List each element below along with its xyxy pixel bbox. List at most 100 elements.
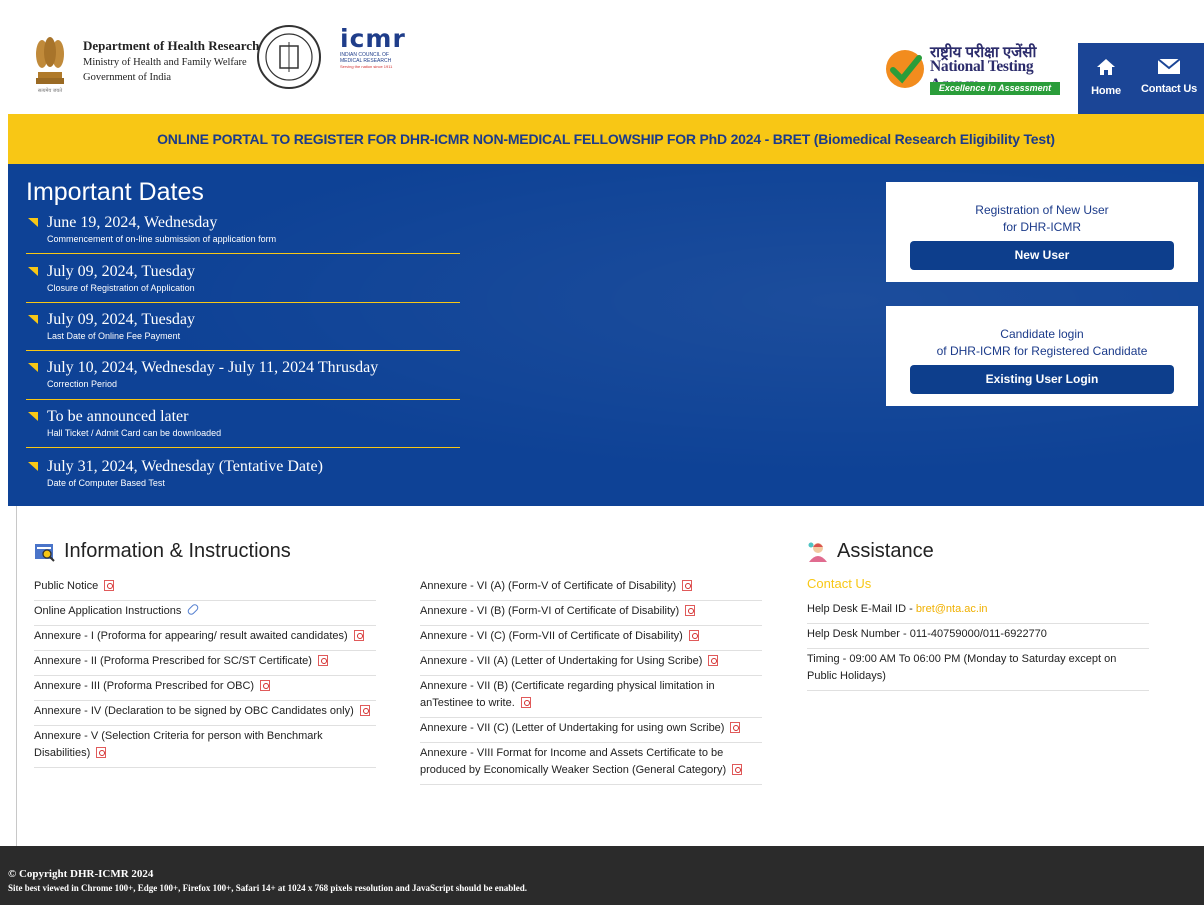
ministry-name: Ministry of Health and Family Welfare — [83, 57, 247, 68]
icmr-logo-text: icmr — [340, 24, 406, 53]
info-section: Information & Instructions Public Notice… — [16, 506, 1204, 846]
email-link[interactable]: bret@nta.ac.in — [916, 603, 988, 615]
list-item[interactable]: Annexure - V (Selection Criteria for per… — [34, 726, 376, 768]
pdf-icon — [317, 655, 328, 666]
nav-home-button[interactable]: Home — [1078, 43, 1134, 114]
list-item[interactable]: Annexure - I (Proforma for appearing/ re… — [34, 626, 376, 651]
doc-link[interactable]: Annexure - III (Proforma Prescribed for … — [34, 680, 254, 692]
icmr-subtitle: INDIAN COUNCIL OF MEDICAL RESEARCH — [340, 52, 392, 64]
browser-note: Site best viewed in Chrome 100+, Edge 10… — [8, 883, 528, 893]
pdf-icon — [520, 697, 531, 708]
mail-icon — [1157, 58, 1181, 74]
contact-us-label: Contact Us — [807, 576, 872, 591]
phone-row: Help Desk Number - 011-40759000/011-6922… — [807, 624, 1149, 649]
date-item: To be announced later Hall Ticket / Admi… — [26, 408, 460, 448]
new-user-card: Registration of New User for DHR-ICMR Ne… — [886, 182, 1198, 282]
doc-link[interactable]: Annexure - VI (B) (Form-VI of Certificat… — [420, 605, 679, 617]
pdf-icon — [359, 705, 370, 716]
pdf-icon — [96, 747, 107, 758]
doc-link[interactable]: Annexure - VI (A) (Form-V of Certificate… — [420, 580, 676, 592]
pdf-icon — [682, 580, 693, 591]
date-desc: Last Date of Online Fee Payment — [47, 331, 181, 341]
pdf-icon — [104, 580, 115, 591]
existing-user-login-button[interactable]: Existing User Login — [910, 365, 1174, 394]
dhr-title: Department of Health Research — [83, 38, 260, 53]
pdf-icon — [353, 630, 364, 641]
pdf-icon — [260, 680, 271, 691]
doc-link[interactable]: Annexure - VIII Format for Income and As… — [420, 747, 726, 776]
list-item[interactable]: Annexure - IV (Declaration to be signed … — [34, 701, 376, 726]
doc-link[interactable]: Online Application Instructions — [34, 605, 181, 617]
nta-logo: राष्ट्रीय परीक्षा एजेंसी National Testin… — [884, 42, 1064, 102]
icmr-logo: icmr INDIAN COUNCIL OF MEDICAL RESEARCH … — [340, 24, 410, 70]
page: सत्यमेव जयते Department of Health Resear… — [0, 0, 1204, 905]
pdf-icon — [732, 764, 743, 775]
timing-row: Timing - 09:00 AM To 06:00 PM (Monday to… — [807, 649, 1149, 691]
list-item[interactable]: Annexure - III (Proforma Prescribed for … — [34, 676, 376, 701]
flag-icon — [28, 412, 38, 421]
nav-contact-button[interactable]: Contact Us — [1134, 43, 1204, 114]
pdf-icon — [730, 722, 741, 733]
date-desc: Commencement of on-line submission of ap… — [47, 234, 277, 244]
date-item: July 31, 2024, Wednesday (Tentative Date… — [26, 458, 460, 498]
date-value: June 19, 2024, Wednesday — [47, 214, 218, 231]
date-desc: Closure of Registration of Application — [47, 283, 195, 293]
search-document-icon — [35, 543, 55, 562]
flag-icon — [28, 218, 38, 227]
date-desc: Hall Ticket / Admit Card can be download… — [47, 428, 222, 438]
dhr-branding: Department of Health Research Ministry o… — [83, 38, 259, 83]
list-item[interactable]: Annexure - VI (A) (Form-V of Certificate… — [420, 576, 762, 601]
new-user-line2: for DHR-ICMR — [1003, 220, 1081, 234]
flag-icon — [28, 363, 38, 372]
list-item[interactable]: Annexure - VII (B) (Certificate regardin… — [420, 676, 762, 718]
list-item[interactable]: Online Application Instructions — [34, 601, 376, 626]
home-icon — [1097, 59, 1115, 75]
date-desc: Date of Computer Based Test — [47, 478, 165, 488]
date-item: July 09, 2024, Tuesday Closure of Regist… — [26, 263, 460, 303]
government-name: Government of India — [83, 72, 172, 83]
assistance-panel: Contact Us Help Desk E-Mail ID - bret@nt… — [807, 576, 1149, 691]
doc-link[interactable]: Annexure - V (Selection Criteria for per… — [34, 730, 323, 759]
list-item[interactable]: Annexure - II (Proforma Prescribed for S… — [34, 651, 376, 676]
support-person-icon — [808, 542, 827, 562]
doc-link[interactable]: Public Notice — [34, 580, 98, 592]
email-row: Help Desk E-Mail ID - bret@nta.ac.in — [807, 599, 1149, 624]
dhr-seal-icon — [257, 25, 321, 89]
date-item: June 19, 2024, Wednesday Commencement of… — [26, 214, 460, 254]
list-item[interactable]: Public Notice — [34, 576, 376, 601]
copyright-text: © Copyright DHR-ICMR 2024 — [8, 868, 154, 880]
flag-icon — [28, 315, 38, 324]
new-user-button[interactable]: New User — [910, 241, 1174, 270]
doc-link[interactable]: Annexure - II (Proforma Prescribed for S… — [34, 655, 312, 667]
list-item[interactable]: Annexure - VI (B) (Form-VI of Certificat… — [420, 601, 762, 626]
list-item[interactable]: Annexure - VI (C) (Form-VII of Certifica… — [420, 626, 762, 651]
site-header: सत्यमेव जयते Department of Health Resear… — [8, 8, 1204, 114]
icmr-tagline: Serving the nation since 1911 — [340, 64, 393, 69]
nav-contact-label: Contact Us — [1140, 83, 1198, 95]
info-title: Information & Instructions — [64, 540, 291, 562]
login-line1: Candidate login — [1000, 327, 1084, 341]
doc-link[interactable]: Annexure - VI (C) (Form-VII of Certifica… — [420, 630, 683, 642]
doc-link[interactable]: Annexure - VII (A) (Letter of Undertakin… — [420, 655, 702, 667]
date-item: July 10, 2024, Wednesday - July 11, 2024… — [26, 359, 460, 400]
info-right-column: Annexure - VI (A) (Form-V of Certificate… — [420, 576, 762, 785]
doc-link[interactable]: Annexure - VII (B) (Certificate regardin… — [420, 680, 715, 709]
info-left-column: Public Notice Online Application Instruc… — [34, 576, 376, 768]
date-item: July 09, 2024, Tuesday Last Date of Onli… — [26, 311, 460, 351]
pdf-icon — [688, 630, 699, 641]
flag-icon — [28, 462, 38, 471]
portal-banner: ONLINE PORTAL TO REGISTER FOR DHR-ICMR N… — [8, 114, 1204, 164]
doc-link[interactable]: Annexure - IV (Declaration to be signed … — [34, 705, 354, 717]
doc-link[interactable]: Annexure - I (Proforma for appearing/ re… — [34, 630, 348, 642]
list-item[interactable]: Annexure - VII (A) (Letter of Undertakin… — [420, 651, 762, 676]
email-label: Help Desk E-Mail ID - — [807, 603, 913, 615]
date-value: July 09, 2024, Tuesday — [47, 263, 196, 280]
flag-icon — [28, 267, 38, 276]
date-desc: Correction Period — [47, 379, 118, 389]
assistance-title: Assistance — [837, 540, 934, 562]
list-item[interactable]: Annexure - VII (C) (Letter of Undertakin… — [420, 718, 762, 743]
doc-link[interactable]: Annexure - VII (C) (Letter of Undertakin… — [420, 722, 724, 734]
list-item[interactable]: Annexure - VIII Format for Income and As… — [420, 743, 762, 785]
svg-text:सत्यमेव जयते: सत्यमेव जयते — [38, 87, 62, 94]
login-line2: of DHR-ICMR for Registered Candidate — [936, 344, 1148, 358]
